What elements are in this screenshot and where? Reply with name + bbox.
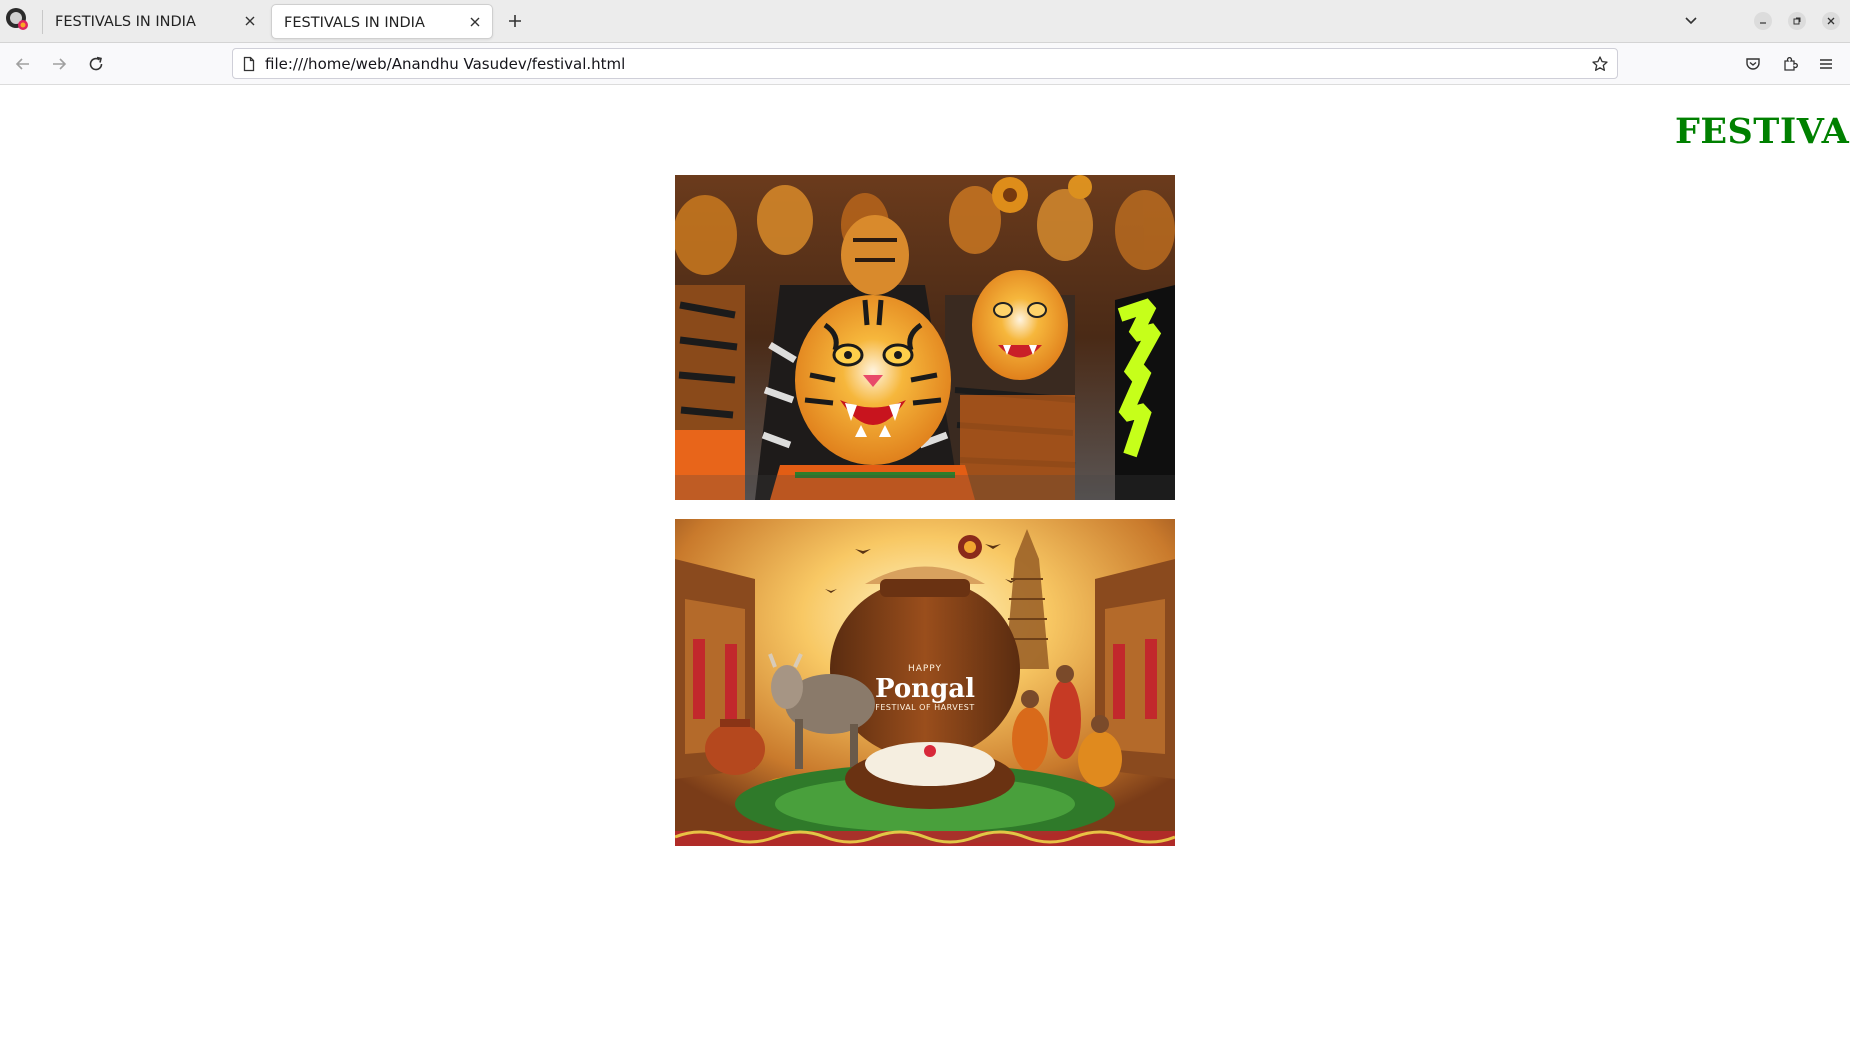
page-icon xyxy=(241,56,257,72)
pongal-harvest-festival-image: HAPPY Pongal FESTIVAL OF HARVEST xyxy=(675,519,1175,846)
new-tab-button[interactable] xyxy=(506,12,524,30)
list-all-tabs-icon[interactable] xyxy=(1683,13,1699,29)
pulikali-tiger-dance-image xyxy=(675,175,1175,500)
puzzle-icon[interactable] xyxy=(1781,55,1799,73)
arrow-left-icon[interactable] xyxy=(14,55,32,73)
restore-button[interactable] xyxy=(1788,12,1806,30)
firefox-icon[interactable] xyxy=(4,6,30,32)
page-content: FESTIVAI HAPPY Pongal FESTIVAL OF HARVES… xyxy=(0,85,1850,1053)
tab-title: FESTIVALS IN INDIA xyxy=(55,14,196,30)
address-bar[interactable]: file:///home/web/Anandhu Vasudev/festiva… xyxy=(232,48,1618,79)
close-tab-icon[interactable] xyxy=(468,15,482,29)
pocket-icon[interactable] xyxy=(1744,55,1762,73)
close-window-button[interactable] xyxy=(1822,12,1840,30)
hamburger-menu-icon[interactable] xyxy=(1817,55,1835,73)
pot-title-text: Pongal xyxy=(875,674,975,704)
url-text[interactable]: file:///home/web/Anandhu Vasudev/festiva… xyxy=(265,55,625,73)
pot-small-text: HAPPY xyxy=(908,664,942,674)
reload-icon[interactable] xyxy=(87,55,105,73)
arrow-right-icon[interactable] xyxy=(50,55,68,73)
close-tab-icon[interactable] xyxy=(243,14,257,28)
navigation-toolbar: file:///home/web/Anandhu Vasudev/festiva… xyxy=(0,43,1850,85)
tab-festivals-1[interactable]: FESTIVALS IN INDIA xyxy=(43,4,267,39)
star-icon[interactable] xyxy=(1591,55,1609,73)
minimize-button[interactable] xyxy=(1754,12,1772,30)
tab-strip: FESTIVALS IN INDIA FESTIVALS IN INDIA xyxy=(0,0,1850,43)
tab-festivals-2[interactable]: FESTIVALS IN INDIA xyxy=(271,4,493,39)
page-heading-marquee: FESTIVAI xyxy=(1675,111,1850,152)
pot-subtitle-text: FESTIVAL OF HARVEST xyxy=(875,703,974,712)
tab-title: FESTIVALS IN INDIA xyxy=(284,15,425,31)
